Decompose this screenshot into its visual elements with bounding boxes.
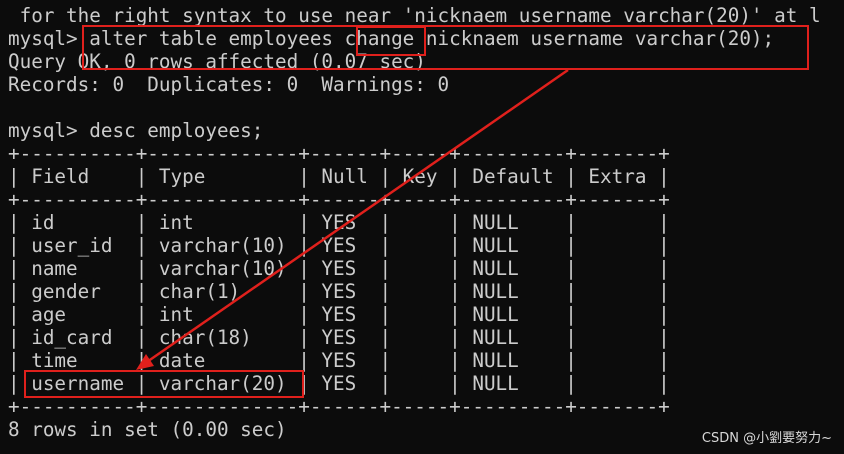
terminal-line-records: Records: 0 Duplicates: 0 Warnings: 0 — [8, 73, 450, 96]
highlight-box-alter-command — [82, 25, 809, 70]
highlight-box-username-row — [24, 370, 304, 398]
table-row: | time | date | YES | | NULL | | — [8, 349, 670, 372]
table-row: | id_card | char(18) | YES | | NULL | | — [8, 326, 670, 349]
table-row: | gender | char(1) | YES | | NULL | | — [8, 280, 670, 303]
table-border-top: +----------+-------------+------+-----+-… — [8, 142, 670, 165]
terminal-window[interactable]: for the right syntax to use near 'nickna… — [0, 0, 844, 454]
table-row: | name | varchar(10) | YES | | NULL | | — [8, 257, 670, 280]
table-row: | age | int | YES | | NULL | | — [8, 303, 670, 326]
terminal-line-row-count: 8 rows in set (0.00 sec) — [8, 418, 287, 441]
table-header-row: | Field | Type | Null | Key | Default | … — [8, 165, 670, 188]
table-border-header: +----------+-------------+------+-----+-… — [8, 188, 670, 211]
terminal-line-error-tail: for the right syntax to use near 'nickna… — [8, 4, 821, 27]
table-border-bottom: +----------+-------------+------+-----+-… — [8, 395, 670, 418]
table-row: | id | int | YES | | NULL | | — [8, 211, 670, 234]
watermark-label: CSDN @小劉要努力~ — [701, 431, 832, 446]
highlight-box-change-keyword — [356, 26, 426, 56]
table-row: | user_id | varchar(10) | YES | | NULL |… — [8, 234, 670, 257]
terminal-line-desc-command: mysql> desc employees; — [8, 119, 264, 142]
